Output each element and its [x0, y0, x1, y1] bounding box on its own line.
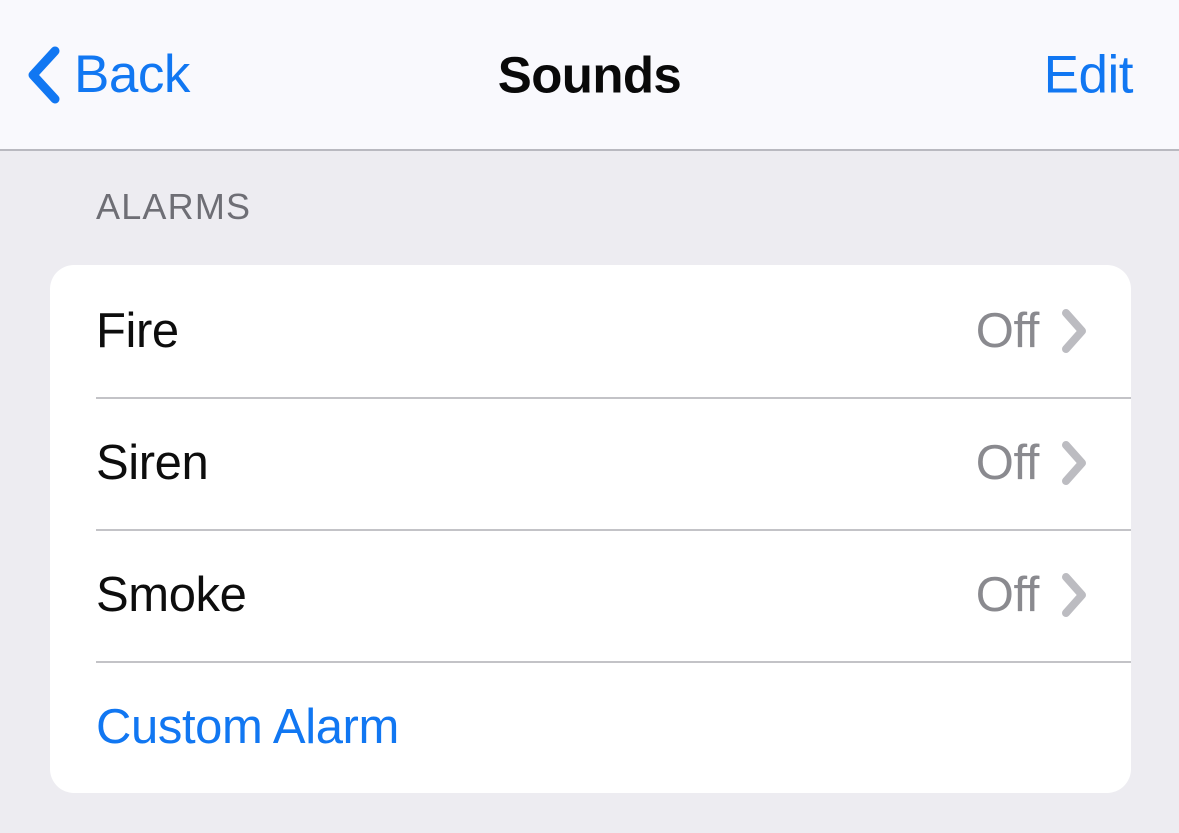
list-item-accessory-group: Off: [975, 567, 1087, 622]
list-item-label: Custom Alarm: [96, 699, 399, 754]
list-item-value: Off: [975, 303, 1040, 358]
list-item-siren[interactable]: Siren Off: [50, 397, 1131, 529]
settings-content: ALARMS Fire Off Siren Off Smoke Off Cust…: [0, 151, 1179, 793]
list-item-fire[interactable]: Fire Off: [50, 265, 1131, 397]
page-title: Sounds: [497, 46, 682, 103]
edit-button[interactable]: Edit: [1044, 48, 1134, 101]
list-item-accessory-group: Off: [975, 303, 1087, 358]
list-item-label: Siren: [96, 435, 209, 490]
navigation-bar: Back Sounds Edit: [0, 0, 1179, 151]
chevron-right-icon: [1061, 308, 1087, 354]
chevron-right-icon: [1061, 440, 1087, 486]
list-item-value: Off: [975, 435, 1040, 490]
chevron-right-icon: [1061, 572, 1087, 618]
section-header-alarms: ALARMS: [96, 186, 252, 227]
list-item-label: Fire: [96, 303, 179, 358]
list-item-smoke[interactable]: Smoke Off: [50, 529, 1131, 661]
alarms-list-card: Fire Off Siren Off Smoke Off Custom Alar…: [50, 265, 1131, 793]
list-item-value: Off: [975, 567, 1040, 622]
list-item-accessory-group: Off: [975, 435, 1087, 490]
list-item-custom-alarm[interactable]: Custom Alarm: [50, 661, 1131, 793]
list-item-label: Smoke: [96, 567, 247, 622]
sounds-settings-screen: Back Sounds Edit ALARMS Fire Off Siren O…: [0, 0, 1179, 833]
